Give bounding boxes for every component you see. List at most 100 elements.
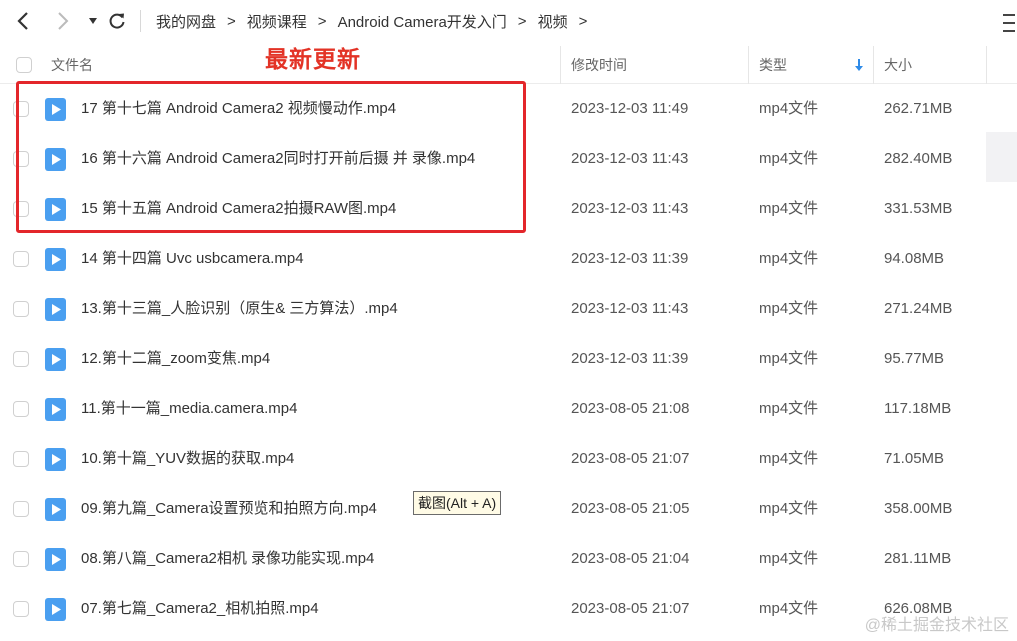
divider [140, 10, 141, 32]
file-type: mp4文件 [759, 200, 819, 217]
chevron-left-icon [17, 12, 28, 30]
file-list-header: 文件名 修改时间 类型 大小 [0, 46, 1017, 84]
file-name[interactable]: 11.第十一篇_media.camera.mp4 [81, 384, 297, 434]
select-all-cell [16, 46, 32, 84]
column-header-size[interactable]: 大小 [884, 46, 912, 84]
file-name[interactable]: 10.第十篇_YUV数据的获取.mp4 [81, 434, 294, 484]
breadcrumb-separator: > [578, 12, 588, 30]
breadcrumb-separator: > [227, 12, 236, 30]
file-type: mp4文件 [759, 400, 819, 417]
file-row[interactable]: 09.第九篇_Camera设置预览和拍照方向.mp4 2023-08-05 21… [0, 484, 1017, 534]
file-size: 95.77MB [884, 350, 945, 367]
file-row[interactable]: 12.第十二篇_zoom变焦.mp4 2023-12-03 11:39 mp4文… [0, 334, 1017, 384]
file-modified-time: 2023-12-03 11:43 [571, 300, 689, 317]
breadcrumb-separator: > [317, 12, 327, 30]
forward-button[interactable] [50, 8, 76, 34]
breadcrumb-item-android-camera[interactable]: Android Camera开发入门 [338, 11, 507, 32]
file-type: mp4文件 [759, 250, 819, 267]
file-size: 281.11MB [884, 550, 952, 567]
row-checkbox[interactable] [13, 401, 29, 417]
file-size: 331.53MB [884, 200, 953, 217]
triangle-down-icon [89, 18, 97, 24]
video-file-icon [45, 348, 66, 371]
column-divider [986, 46, 987, 84]
column-header-name[interactable]: 文件名 [51, 46, 93, 84]
column-divider [560, 46, 561, 84]
video-file-icon [45, 398, 66, 421]
file-type: mp4文件 [759, 500, 819, 517]
file-modified-time: 2023-12-03 11:43 [571, 150, 689, 167]
file-modified-time: 2023-12-03 11:39 [571, 350, 689, 367]
column-header-type[interactable]: 类型 [759, 46, 787, 84]
breadcrumb: 我的网盘 > 视频课程 > Android Camera开发入门 > 视频 > [156, 0, 598, 42]
file-row[interactable]: 13.第十三篇_人脸识别（原生& 三方算法）.mp4 2023-12-03 11… [0, 284, 1017, 334]
refresh-icon [109, 13, 125, 29]
scrollbar-thumb[interactable] [986, 132, 1017, 182]
row-checkbox[interactable] [13, 351, 29, 367]
screenshot-tooltip: 截图(Alt + A) [413, 491, 502, 515]
breadcrumb-separator: > [517, 12, 527, 30]
watermark: @稀土掘金技术社区 [864, 617, 1009, 634]
row-checkbox[interactable] [13, 501, 29, 517]
row-checkbox[interactable] [13, 301, 29, 317]
video-file-icon [45, 548, 66, 571]
column-header-modified[interactable]: 修改时间 [571, 46, 627, 84]
video-file-icon [45, 448, 66, 471]
file-modified-time: 2023-12-03 11:49 [571, 100, 689, 117]
row-checkbox[interactable] [13, 251, 29, 267]
file-modified-time: 2023-08-05 21:08 [571, 400, 690, 417]
column-divider [873, 46, 874, 84]
file-type: mp4文件 [759, 350, 819, 367]
file-name[interactable]: 08.第八篇_Camera2相机 录像功能实现.mp4 [81, 534, 374, 584]
file-size: 262.71MB [884, 100, 953, 117]
file-type: mp4文件 [759, 150, 819, 167]
breadcrumb-item-video-courses[interactable]: 视频课程 [247, 11, 307, 32]
file-name[interactable]: 13.第十三篇_人脸识别（原生& 三方算法）.mp4 [81, 284, 398, 334]
file-row[interactable]: 10.第十篇_YUV数据的获取.mp4 2023-08-05 21:07 mp4… [0, 434, 1017, 484]
refresh-button[interactable] [104, 8, 130, 34]
row-checkbox[interactable] [13, 551, 29, 567]
file-size: 71.05MB [884, 450, 945, 467]
file-row[interactable]: 11.第十一篇_media.camera.mp4 2023-08-05 21:0… [0, 384, 1017, 434]
video-file-icon [45, 298, 66, 321]
sort-arrow-down-icon[interactable] [854, 46, 864, 84]
file-modified-time: 2023-08-05 21:07 [571, 600, 690, 617]
chevron-right-icon [58, 12, 69, 30]
file-row[interactable]: 08.第八篇_Camera2相机 录像功能实现.mp4 2023-08-05 2… [0, 534, 1017, 584]
video-file-icon [45, 248, 66, 271]
file-size: 117.18MB [884, 400, 952, 417]
file-name[interactable]: 12.第十二篇_zoom变焦.mp4 [81, 334, 270, 384]
file-row[interactable]: 14 第十四篇 Uvc usbcamera.mp4 2023-12-03 11:… [0, 234, 1017, 284]
menu-icon[interactable] [1003, 14, 1015, 32]
file-type: mp4文件 [759, 600, 819, 617]
column-divider [748, 46, 749, 84]
breadcrumb-item-my-drive[interactable]: 我的网盘 [156, 11, 216, 32]
video-file-icon [45, 498, 66, 521]
file-type: mp4文件 [759, 450, 819, 467]
highlight-box [16, 81, 526, 233]
file-type: mp4文件 [759, 300, 819, 317]
file-size: 358.00MB [884, 500, 953, 517]
file-modified-time: 2023-08-05 21:05 [571, 500, 690, 517]
file-size: 94.08MB [884, 250, 945, 267]
file-modified-time: 2023-12-03 11:39 [571, 250, 689, 267]
row-checkbox[interactable] [13, 601, 29, 617]
history-dropdown-button[interactable] [80, 8, 106, 34]
file-modified-time: 2023-12-03 11:43 [571, 200, 689, 217]
annotation-label: 最新更新 [265, 46, 361, 72]
file-name[interactable]: 09.第九篇_Camera设置预览和拍照方向.mp4 [81, 484, 377, 534]
file-name[interactable]: 14 第十四篇 Uvc usbcamera.mp4 [81, 234, 304, 284]
file-modified-time: 2023-08-05 21:04 [571, 550, 690, 567]
file-modified-time: 2023-08-05 21:07 [571, 450, 690, 467]
back-button[interactable] [10, 8, 36, 34]
file-name[interactable]: 07.第七篇_Camera2_相机拍照.mp4 [81, 584, 319, 634]
file-size: 282.40MB [884, 150, 953, 167]
file-type: mp4文件 [759, 550, 819, 567]
video-file-icon [45, 598, 66, 621]
breadcrumb-item-videos[interactable]: 视频 [538, 11, 568, 32]
select-all-checkbox[interactable] [16, 57, 32, 73]
navigation-bar: 我的网盘 > 视频课程 > Android Camera开发入门 > 视频 > [0, 0, 1017, 42]
row-checkbox[interactable] [13, 451, 29, 467]
file-size: 271.24MB [884, 300, 953, 317]
file-type: mp4文件 [759, 100, 819, 117]
